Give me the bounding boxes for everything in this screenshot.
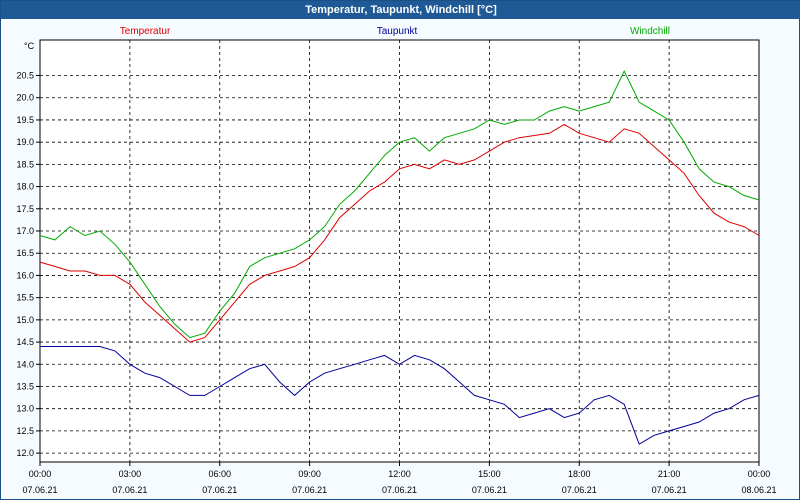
y-axis-unit: °C <box>24 41 35 51</box>
x-tick-time: 06:00 <box>208 469 231 479</box>
x-tick-date: 07.06.21 <box>472 485 507 495</box>
x-tick-time: 00:00 <box>748 469 771 479</box>
y-tick-label: 20.0 <box>16 93 34 103</box>
x-tick-time: 00:00 <box>29 469 52 479</box>
y-tick-label: 18.5 <box>16 159 34 169</box>
y-tick-label: 14.0 <box>16 359 34 369</box>
x-tick-labels: 00:00 07.06.21 03:00 07.06.21 06:00 07.06.21 0… <box>22 469 776 495</box>
x-tick-date: 07.06.21 <box>382 485 417 495</box>
x-tick-date: 07.06.21 <box>22 485 57 495</box>
y-tick-label: 13.0 <box>16 404 34 414</box>
x-tick-date: 08.06.21 <box>741 485 776 495</box>
y-tick-label: 14.5 <box>16 337 34 347</box>
legend-entry-windchill: Windchill <box>630 26 670 37</box>
y-tick-label: 19.5 <box>16 115 34 125</box>
y-tick-label: 18.0 <box>16 182 34 192</box>
y-tick-label: 17.0 <box>16 226 34 236</box>
x-tick-time: 18:00 <box>568 469 591 479</box>
y-tick-label: 12.5 <box>16 426 34 436</box>
y-tick-labels: 12.0 12.5 13.0 13.5 14.0 14.5 15.0 15.5 16.0 16.5… <box>16 71 34 459</box>
x-tick-date: 07.06.21 <box>652 485 687 495</box>
y-tick-label: 16.0 <box>16 270 34 280</box>
y-tick-label: 20.5 <box>16 71 34 81</box>
x-tick-time: 12:00 <box>388 469 411 479</box>
y-tick-label: 15.0 <box>16 315 34 325</box>
x-tick-date: 07.06.21 <box>202 485 237 495</box>
x-tick-date: 07.06.21 <box>112 485 147 495</box>
y-tick-label: 12.0 <box>16 448 34 458</box>
x-tick-date: 07.06.21 <box>562 485 597 495</box>
legend: Temperatur Taupunkt Windchill <box>120 26 670 37</box>
y-tick-label: 17.5 <box>16 204 34 214</box>
x-tick-time: 15:00 <box>478 469 501 479</box>
y-tick-label: 13.5 <box>16 381 34 391</box>
legend-entry-taupunkt: Taupunkt <box>377 26 418 37</box>
x-tick-time: 03:00 <box>119 469 142 479</box>
x-tick-date: 07.06.21 <box>292 485 327 495</box>
x-tick-time: 09:00 <box>298 469 321 479</box>
x-tick-time: 21:00 <box>658 469 681 479</box>
y-tick-label: 19.0 <box>16 137 34 147</box>
legend-entry-temperatur: Temperatur <box>120 26 171 37</box>
y-tick-label: 16.5 <box>16 248 34 258</box>
chart-area: 12.0 12.5 13.0 13.5 14.0 14.5 15.0 15.5 16.0 16.5… <box>16 26 776 495</box>
y-tick-label: 15.5 <box>16 293 34 303</box>
